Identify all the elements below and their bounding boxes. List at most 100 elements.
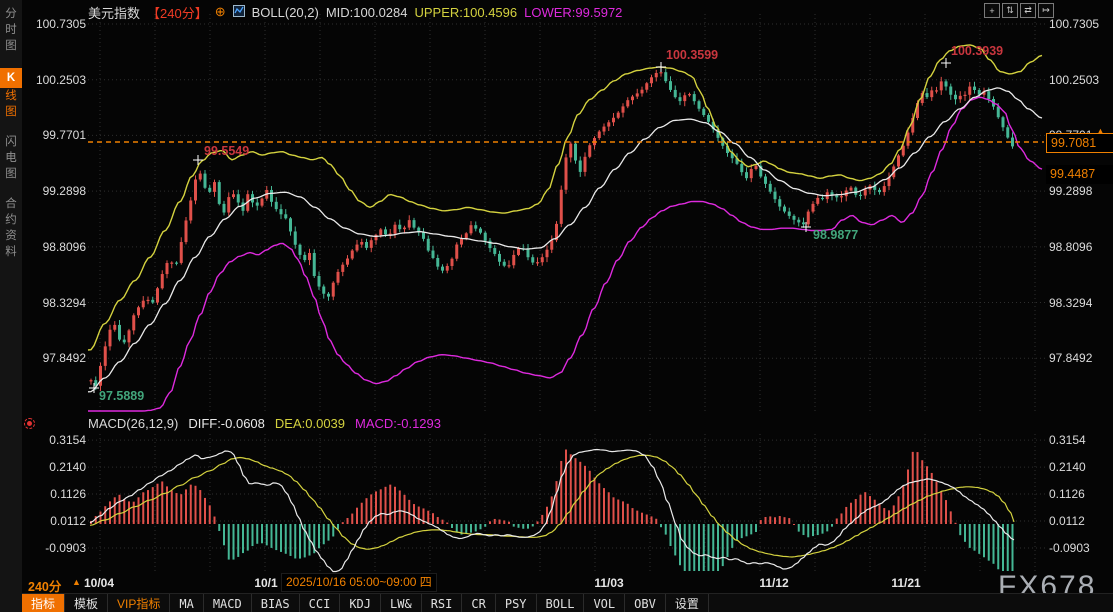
candle-body bbox=[356, 245, 359, 251]
sidebar-tab-4[interactable]: 合约资料 bbox=[0, 196, 22, 260]
macd-hist-bar bbox=[361, 503, 363, 524]
macd-hist-bar bbox=[518, 524, 520, 528]
macd-hist-bar bbox=[133, 502, 135, 524]
candle-body bbox=[560, 190, 563, 224]
candle-body bbox=[394, 225, 397, 234]
chart-header: 美元指数 【240分】 ⊕ BOLL(20,2) MID:100.0284 UP… bbox=[88, 3, 622, 21]
macd-hist-bar bbox=[418, 507, 420, 524]
candle-body bbox=[441, 267, 444, 271]
toolbar-item-LW&[interactable]: LW& bbox=[381, 594, 422, 612]
price-axis-label: 100.7305 bbox=[28, 17, 86, 31]
candle-body bbox=[541, 257, 544, 262]
toolbar-item-VIP指标[interactable]: VIP指标 bbox=[108, 594, 170, 612]
sidebar-tab-char: 闪 bbox=[0, 134, 22, 150]
macd-hist-bar bbox=[993, 524, 995, 564]
candle-body bbox=[565, 157, 568, 189]
candle-body bbox=[118, 325, 121, 340]
macd-hist-bar bbox=[822, 524, 824, 534]
macd-header: MACD(26,12,9) DIFF:-0.0608 DEA:0.0039 MA… bbox=[88, 416, 441, 431]
toolbar-item-MA[interactable]: MA bbox=[170, 594, 203, 612]
macd-hist-bar bbox=[594, 478, 596, 524]
add-overlay-icon[interactable]: ⊕ bbox=[215, 4, 226, 20]
macd-hist-bar bbox=[489, 521, 491, 524]
toolbar-item-RSI[interactable]: RSI bbox=[422, 594, 463, 612]
candle-body bbox=[707, 115, 710, 122]
macd-hist-bar bbox=[879, 503, 881, 524]
toolbar-item-CCI[interactable]: CCI bbox=[300, 594, 341, 612]
sidebar-tab-3[interactable]: 闪电图 bbox=[0, 134, 22, 182]
candle-body bbox=[949, 86, 952, 94]
toolbar-item-BIAS[interactable]: BIAS bbox=[252, 594, 300, 612]
macd-hist-bar bbox=[385, 487, 387, 524]
macd-hist-bar bbox=[750, 524, 752, 534]
macd-hist-bar bbox=[451, 524, 453, 528]
annotation-price-label: 100.3939 bbox=[951, 44, 1003, 58]
sidebar-tab-1[interactable]: 分时图 bbox=[0, 6, 22, 54]
price-axis-label: 99.2898 bbox=[28, 184, 86, 198]
macd-hist-bar bbox=[214, 517, 216, 524]
boll-upper-line bbox=[88, 45, 1042, 350]
candle-body bbox=[1011, 138, 1014, 147]
macd-hist-bar bbox=[826, 524, 828, 531]
toolbar-item-PSY[interactable]: PSY bbox=[496, 594, 537, 612]
toolbar-item-CR[interactable]: CR bbox=[462, 594, 495, 612]
sidebar-tab-2[interactable]: K线图 bbox=[0, 68, 22, 120]
alarm-icon[interactable] bbox=[24, 418, 35, 429]
sidebar: 分时图 K线图闪电图合约资料 bbox=[0, 0, 22, 612]
candle-body bbox=[128, 330, 131, 342]
macd-hist-bar bbox=[209, 505, 211, 524]
candle-body bbox=[346, 259, 349, 265]
toolbar-item-MACD[interactable]: MACD bbox=[204, 594, 252, 612]
macd-hist-bar bbox=[589, 471, 591, 524]
macd-hist-bar bbox=[199, 490, 201, 524]
macd-hist-bar bbox=[665, 524, 667, 535]
current-price-tag: 99.7081 bbox=[1046, 133, 1113, 153]
candle-body bbox=[218, 182, 221, 204]
macd-hist-bar bbox=[817, 524, 819, 535]
toolbar-item-VOL[interactable]: VOL bbox=[584, 594, 625, 612]
candle-body bbox=[113, 325, 116, 330]
shift-right-icon[interactable]: ↦ bbox=[1038, 3, 1054, 18]
toolbar-item-OBV[interactable]: OBV bbox=[625, 594, 666, 612]
macd-hist-bar bbox=[275, 524, 277, 550]
candle-body bbox=[926, 93, 929, 97]
toolbar-item-设置[interactable]: 设置 bbox=[666, 594, 709, 612]
period-label[interactable]: 【240分】 bbox=[147, 3, 208, 22]
macd-hist-bar bbox=[171, 490, 173, 524]
boll-mid-value: MID:100.0284 bbox=[326, 5, 408, 20]
pan-tool-icon[interactable]: + bbox=[984, 3, 1000, 18]
macd-hist-bar bbox=[328, 524, 330, 541]
candle-body bbox=[294, 231, 297, 244]
macd-hist-bar bbox=[741, 524, 743, 538]
chart-canvas[interactable] bbox=[0, 0, 1113, 612]
toolbar-item-KDJ[interactable]: KDJ bbox=[340, 594, 381, 612]
zoom-x-axis-icon[interactable]: ⇄ bbox=[1020, 3, 1036, 18]
candle-body bbox=[968, 87, 971, 95]
candle-body bbox=[261, 199, 264, 206]
toolbar-item-BOLL[interactable]: BOLL bbox=[537, 594, 585, 612]
date-label: 10/04 bbox=[84, 576, 114, 590]
sidebar-tab-char: 图 bbox=[0, 166, 22, 182]
annotation-price-label: 100.3599 bbox=[666, 48, 718, 62]
macd-hist-bar bbox=[180, 494, 182, 524]
macd-axis-label: 0.1126 bbox=[1049, 487, 1107, 501]
macd-axis-label: 0.2140 bbox=[28, 460, 86, 474]
candle-body bbox=[930, 90, 933, 97]
macd-axis-label: -0.0903 bbox=[28, 541, 86, 555]
zoom-y-axis-icon[interactable]: ⇅ bbox=[1002, 3, 1018, 18]
macd-hist-bar bbox=[769, 516, 771, 524]
macd-hist-bar bbox=[736, 524, 738, 540]
toolbar-item-指标[interactable]: 指标 bbox=[22, 594, 65, 612]
macd-hist-bar bbox=[717, 524, 719, 571]
macd-hist-bar bbox=[513, 524, 515, 527]
candle-body bbox=[702, 109, 705, 115]
macd-hist-bar bbox=[233, 524, 235, 560]
macd-hist-bar bbox=[902, 486, 904, 524]
macd-hist-bar bbox=[921, 460, 923, 524]
timeframe-dropdown-icon[interactable]: ▲ bbox=[72, 577, 81, 587]
toolbar-item-模板[interactable]: 模板 bbox=[65, 594, 108, 612]
candle-body bbox=[280, 209, 283, 214]
macd-hist-bar bbox=[703, 524, 705, 571]
candle-body bbox=[451, 259, 454, 266]
sidebar-tab-char: 电 bbox=[0, 150, 22, 166]
